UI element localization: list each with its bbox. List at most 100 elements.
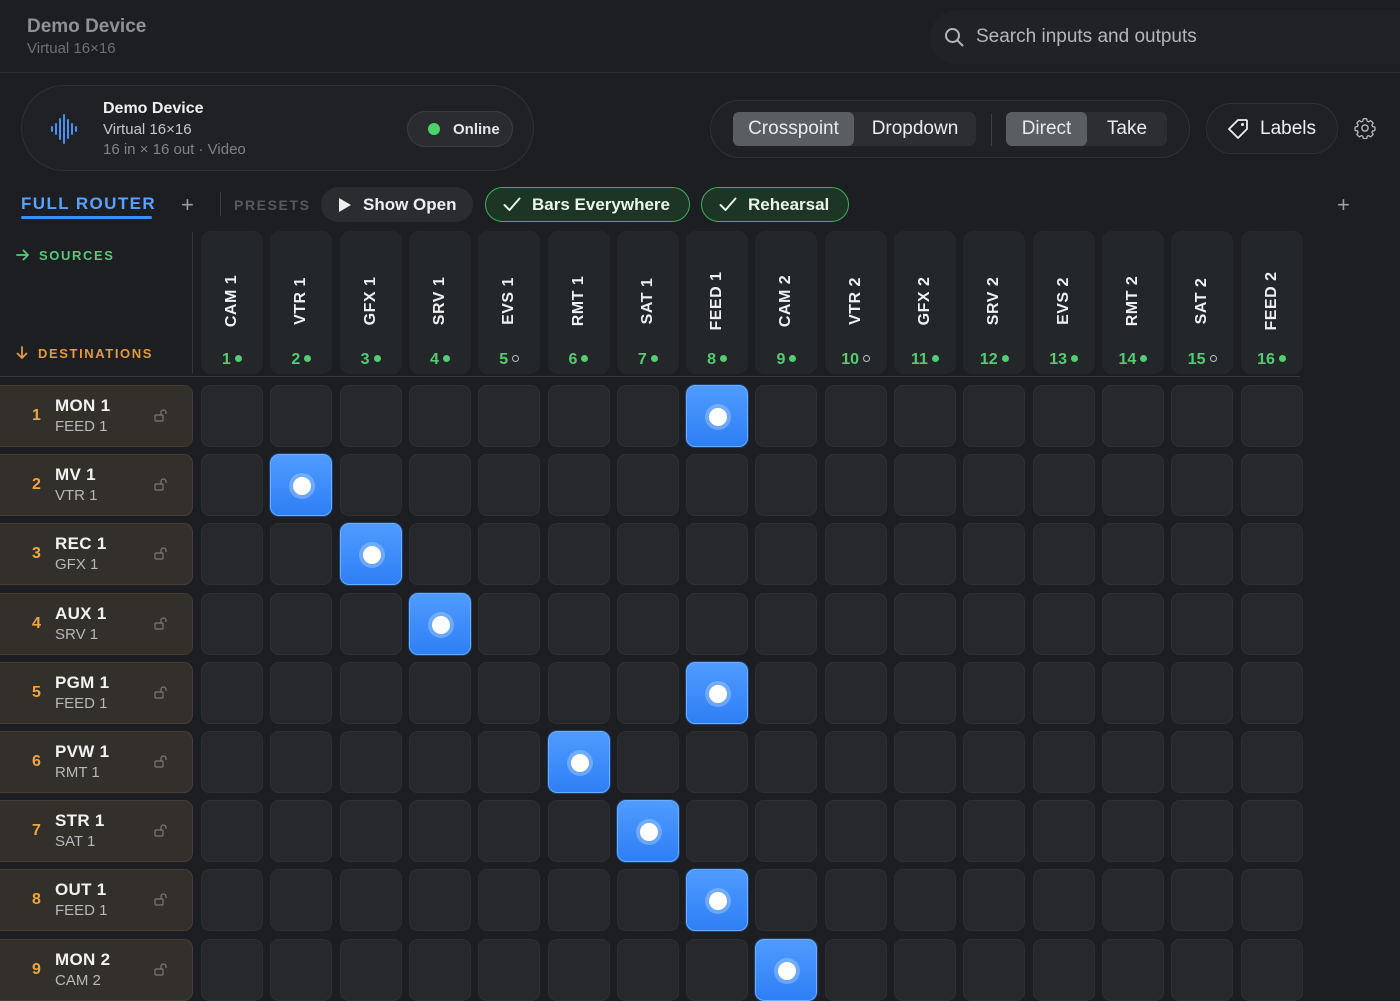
device-card[interactable]: Demo Device Virtual 16×16 16 in × 16 out…: [21, 85, 534, 171]
crosspoint[interactable]: [755, 800, 818, 863]
crosspoint[interactable]: [963, 661, 1026, 724]
crosspoint[interactable]: [755, 869, 818, 932]
source-header[interactable]: CAM 1 1: [201, 231, 263, 374]
crosspoint[interactable]: [755, 454, 818, 517]
crosspoint[interactable]: [547, 454, 610, 517]
destination-row[interactable]: 1 MON 1 FEED 1: [0, 385, 193, 447]
preset-bars-everywhere[interactable]: Bars Everywhere: [485, 187, 690, 222]
crosspoint[interactable]: [1101, 938, 1164, 1001]
crosspoint[interactable]: [1032, 523, 1095, 586]
crosspoint[interactable]: [1101, 592, 1164, 655]
crosspoint[interactable]: [824, 800, 887, 863]
crosspoint[interactable]: [478, 869, 541, 932]
crosspoint[interactable]: [339, 385, 402, 447]
crosspoint[interactable]: [408, 869, 471, 932]
crosspoint[interactable]: [270, 592, 333, 655]
crosspoint[interactable]: [270, 523, 333, 586]
add-preset-button[interactable]: +: [1337, 192, 1350, 218]
crosspoint[interactable]: [755, 385, 818, 447]
crosspoint[interactable]: [408, 385, 471, 447]
crosspoint[interactable]: [1240, 938, 1303, 1001]
unlock-icon[interactable]: [154, 824, 167, 837]
unlock-icon[interactable]: [154, 617, 167, 630]
crosspoint[interactable]: [963, 592, 1026, 655]
crosspoint[interactable]: [616, 385, 679, 447]
crosspoint[interactable]: [1240, 454, 1303, 517]
crosspoint[interactable]: [894, 661, 956, 724]
crosspoint[interactable]: [339, 938, 402, 1001]
search-box[interactable]: [930, 10, 1400, 64]
crosspoint[interactable]: [201, 661, 263, 724]
crosspoint[interactable]: [616, 869, 679, 932]
source-header[interactable]: SAT 2 15: [1171, 231, 1234, 374]
crosspoint[interactable]: [824, 869, 887, 932]
crosspoint-active[interactable]: [686, 869, 749, 932]
crosspoint[interactable]: [1101, 661, 1164, 724]
crosspoint[interactable]: [686, 592, 749, 655]
source-header[interactable]: CAM 2 9: [755, 231, 818, 374]
unlock-icon[interactable]: [154, 547, 167, 560]
crosspoint[interactable]: [824, 592, 887, 655]
direct-button[interactable]: Direct: [1006, 112, 1087, 146]
search-input[interactable]: [976, 26, 1356, 48]
unlock-icon[interactable]: [154, 963, 167, 976]
source-header[interactable]: EVS 1 5: [478, 231, 541, 374]
crosspoint[interactable]: [1032, 385, 1095, 447]
crosspoint[interactable]: [894, 800, 956, 863]
crosspoint[interactable]: [201, 385, 263, 447]
crosspoint[interactable]: [1240, 800, 1303, 863]
crosspoint[interactable]: [201, 938, 263, 1001]
source-header[interactable]: SRV 1 4: [408, 231, 471, 374]
crosspoint[interactable]: [1240, 592, 1303, 655]
crosspoint[interactable]: [894, 385, 956, 447]
source-header[interactable]: FEED 2 16: [1240, 231, 1303, 374]
crosspoint[interactable]: [547, 661, 610, 724]
crosspoint[interactable]: [339, 661, 402, 724]
crosspoint[interactable]: [408, 731, 471, 793]
crosspoint[interactable]: [616, 523, 679, 586]
crosspoint[interactable]: [547, 385, 610, 447]
crosspoint[interactable]: [270, 938, 333, 1001]
take-button[interactable]: Take: [1087, 112, 1167, 146]
source-header[interactable]: GFX 1 3: [339, 231, 402, 374]
source-header[interactable]: VTR 1 2: [270, 231, 333, 374]
crosspoint[interactable]: [963, 731, 1026, 793]
crosspoint[interactable]: [1171, 731, 1234, 793]
labels-button[interactable]: Labels: [1206, 103, 1338, 154]
crosspoint[interactable]: [755, 731, 818, 793]
source-header[interactable]: VTR 2 10: [824, 231, 887, 374]
crosspoint[interactable]: [1101, 869, 1164, 932]
crosspoint[interactable]: [963, 938, 1026, 1001]
crosspoint[interactable]: [408, 523, 471, 586]
crosspoint[interactable]: [270, 869, 333, 932]
crosspoint[interactable]: [894, 592, 956, 655]
source-header[interactable]: RMT 1 6: [547, 231, 610, 374]
crosspoint[interactable]: [1171, 661, 1234, 724]
source-header[interactable]: SRV 2 12: [963, 231, 1026, 374]
crosspoint[interactable]: [1101, 731, 1164, 793]
crosspoint[interactable]: [1032, 800, 1095, 863]
gear-icon[interactable]: [1354, 117, 1376, 139]
crosspoint[interactable]: [894, 523, 956, 586]
crosspoint[interactable]: [1101, 454, 1164, 517]
preset-show-open[interactable]: Show Open: [321, 187, 473, 222]
source-header[interactable]: FEED 1 8: [686, 231, 749, 374]
crosspoint[interactable]: [1032, 731, 1095, 793]
crosspoint-active[interactable]: [547, 731, 610, 793]
source-header[interactable]: GFX 2 11: [894, 231, 956, 374]
source-header[interactable]: EVS 2 13: [1032, 231, 1095, 374]
crosspoint[interactable]: [963, 869, 1026, 932]
crosspoint[interactable]: [1101, 523, 1164, 586]
crosspoint[interactable]: [201, 731, 263, 793]
crosspoint[interactable]: [408, 661, 471, 724]
crosspoint[interactable]: [1032, 938, 1095, 1001]
crosspoint[interactable]: [270, 661, 333, 724]
unlock-icon[interactable]: [154, 409, 167, 422]
crosspoint[interactable]: [339, 592, 402, 655]
crosspoint[interactable]: [1240, 385, 1303, 447]
crosspoint[interactable]: [201, 592, 263, 655]
crosspoint[interactable]: [1032, 869, 1095, 932]
crosspoint[interactable]: [1171, 938, 1234, 1001]
crosspoint[interactable]: [1032, 661, 1095, 724]
crosspoint[interactable]: [478, 731, 541, 793]
